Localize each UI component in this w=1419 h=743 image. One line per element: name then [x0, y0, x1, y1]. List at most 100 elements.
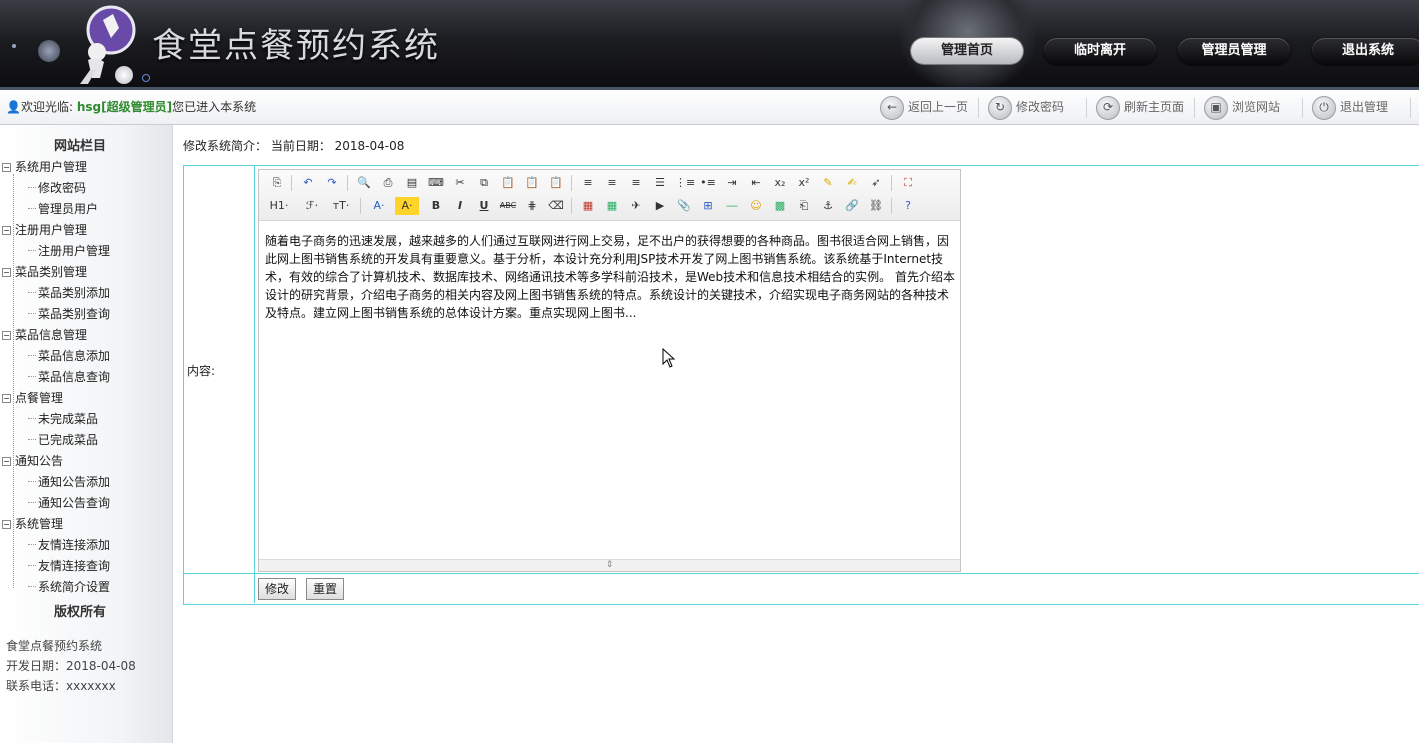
collapse-icon[interactable]: −	[2, 457, 11, 466]
superscript-icon[interactable]: x²	[795, 174, 813, 192]
sidebar-item-intro-settings[interactable]: 系统简介设置	[27, 578, 110, 595]
outdent-icon[interactable]: ⇤	[747, 174, 765, 192]
sidebar-item-category-add[interactable]: 菜品类别添加	[27, 284, 110, 301]
form-label-divider	[254, 574, 255, 603]
image-icon[interactable]: ▦	[579, 197, 597, 215]
link-icon[interactable]: 🔗	[843, 197, 861, 215]
italic-icon[interactable]: I	[451, 197, 469, 215]
horizontal-rule-icon[interactable]: ―	[723, 197, 741, 215]
line-height-icon[interactable]: ⋕	[523, 197, 541, 215]
anchor-icon[interactable]: ⚓	[819, 197, 837, 215]
redo-icon[interactable]: ↷	[323, 174, 341, 192]
sidebar: 网站栏目 − 系统用户管理 修改密码 管理员用户 − 注册用户管理 注册用户管理 −…	[0, 125, 173, 743]
preview-icon[interactable]: 🔍	[355, 174, 373, 192]
align-left-icon[interactable]: ≡	[579, 174, 597, 192]
sidebar-item-notice-add[interactable]: 通知公告添加	[27, 473, 110, 490]
font-color-dropdown[interactable]: A·	[367, 197, 391, 215]
tree-group-orders[interactable]: − 点餐管理	[2, 389, 63, 406]
emoticon-icon[interactable]: ☺	[747, 197, 765, 215]
nav-exit-button[interactable]: 退出系统	[1312, 38, 1419, 64]
heading-dropdown[interactable]: H1·	[266, 197, 292, 215]
sidebar-item-dish-query[interactable]: 菜品信息查询	[27, 368, 110, 385]
underline-icon[interactable]: U	[475, 197, 493, 215]
undo-icon[interactable]: ↶	[299, 174, 317, 192]
sidebar-item-orders-pending[interactable]: 未完成菜品	[27, 410, 98, 427]
collapse-icon[interactable]: −	[2, 268, 11, 277]
clear-format-icon[interactable]: ✎	[819, 174, 837, 192]
change-password-link[interactable]: ↻ 修改密码	[988, 94, 1064, 120]
attachment-icon[interactable]: 📎	[675, 197, 693, 215]
template-icon[interactable]: ▤	[403, 174, 421, 192]
multi-image-icon[interactable]: ▦	[603, 197, 621, 215]
rich-text-editor[interactable]: ⎘ ↶ ↷ 🔍 ⎙ ▤ ⌨ ✂ ⧉ 📋 📋 📋 ≡ ≡ ≡ ☰ ⋮≡ •≡ ⇥ …	[258, 169, 961, 572]
nav-leave-button[interactable]: 临时离开	[1044, 38, 1156, 64]
toolbar-separator	[571, 198, 572, 214]
password-icon: ↻	[988, 95, 1012, 120]
tree-group-dish-category[interactable]: − 菜品类别管理	[2, 263, 87, 280]
editor-content[interactable]: 随着电子商务的迅速发展，越来越多的人们通过互联网进行网上交易，足不出户的获得想要…	[265, 232, 955, 322]
collapse-icon[interactable]: −	[2, 226, 11, 235]
align-center-icon[interactable]: ≡	[603, 174, 621, 192]
cut-icon[interactable]: ✂	[451, 174, 469, 192]
indent-icon[interactable]: ⇥	[723, 174, 741, 192]
print-icon[interactable]: ⎙	[379, 174, 397, 192]
highlight-dropdown[interactable]: A·	[395, 197, 419, 215]
unlink-icon[interactable]: ⛓	[867, 197, 885, 215]
justify-icon[interactable]: ☰	[651, 174, 669, 192]
unordered-list-icon[interactable]: •≡	[699, 174, 717, 192]
sidebar-item-category-query[interactable]: 菜品类别查询	[27, 305, 110, 322]
tree-group-label: 点餐管理	[15, 391, 64, 405]
subscript-icon[interactable]: x₂	[771, 174, 789, 192]
sidebar-item-orders-done[interactable]: 已完成菜品	[27, 431, 98, 448]
bold-icon[interactable]: B	[427, 197, 445, 215]
select-all-icon[interactable]: ✍	[843, 174, 861, 192]
source-icon[interactable]: ⎘	[268, 174, 286, 192]
nav-home-button[interactable]: 管理首页	[911, 38, 1023, 64]
sidebar-item-notice-query[interactable]: 通知公告查询	[27, 494, 110, 511]
sidebar-item-link-add[interactable]: 友情连接添加	[27, 536, 110, 553]
table-icon[interactable]: ⊞	[699, 197, 717, 215]
font-family-dropdown[interactable]: ℱ·	[301, 197, 323, 215]
submit-button[interactable]: 修改	[258, 578, 297, 600]
tree-group-label: 菜品类别管理	[15, 265, 88, 279]
tree-group-registered-users[interactable]: − 注册用户管理	[2, 221, 87, 238]
align-right-icon[interactable]: ≡	[627, 174, 645, 192]
exit-admin-link[interactable]: ⏻ 退出管理	[1312, 94, 1388, 120]
help-icon[interactable]: ?	[899, 197, 917, 215]
tree-group-notices[interactable]: − 通知公告	[2, 452, 63, 469]
paste-word-icon[interactable]: 📋	[547, 174, 565, 192]
sidebar-item-admin-users[interactable]: 管理员用户	[27, 200, 98, 217]
tree-group-system-users[interactable]: − 系统用户管理	[2, 158, 87, 175]
ordered-list-icon[interactable]: ⋮≡	[675, 174, 695, 192]
collapse-icon[interactable]: −	[2, 520, 11, 529]
fullscreen-icon[interactable]: ⛶	[899, 174, 917, 192]
tree-group-dish-info[interactable]: − 菜品信息管理	[2, 326, 87, 343]
browse-site-link[interactable]: ▣ 浏览网站	[1204, 94, 1280, 120]
paste-text-icon[interactable]: 📋	[523, 174, 541, 192]
sidebar-item-link-query[interactable]: 友情连接查询	[27, 557, 110, 574]
reset-button[interactable]: 重置	[306, 578, 345, 600]
sidebar-item-change-password[interactable]: 修改密码	[27, 179, 86, 196]
copy-icon[interactable]: ⧉	[475, 174, 493, 192]
map-icon[interactable]: ▩	[771, 197, 789, 215]
media-icon[interactable]: ▶	[651, 197, 669, 215]
paste-icon[interactable]: 📋	[499, 174, 517, 192]
font-size-dropdown[interactable]: ᴛT·	[329, 197, 353, 215]
collapse-icon[interactable]: −	[2, 394, 11, 403]
pointer-icon[interactable]: ➶	[867, 174, 885, 192]
editor-resize-handle[interactable]: ⇕	[259, 559, 960, 571]
code-icon[interactable]: ⌨	[427, 174, 445, 192]
refresh-link[interactable]: ⟳ 刷新主页面	[1096, 94, 1184, 120]
page-break-icon[interactable]: ⎗	[795, 197, 813, 215]
eraser-icon[interactable]: ⌫	[547, 197, 565, 215]
collapse-icon[interactable]: −	[2, 331, 11, 340]
flash-icon[interactable]: ✈	[627, 197, 645, 215]
page-title: 修改系统简介： 当前日期： 2018-04-08	[183, 139, 405, 153]
nav-admin-button[interactable]: 管理员管理	[1178, 38, 1290, 64]
collapse-icon[interactable]: −	[2, 163, 11, 172]
strikethrough-icon[interactable]: ABC	[499, 197, 517, 215]
sidebar-item-dish-add[interactable]: 菜品信息添加	[27, 347, 110, 364]
back-link[interactable]: ← 返回上一页	[880, 94, 968, 120]
tree-group-system[interactable]: − 系统管理	[2, 515, 63, 532]
sidebar-item-registered-users[interactable]: 注册用户管理	[27, 242, 110, 259]
